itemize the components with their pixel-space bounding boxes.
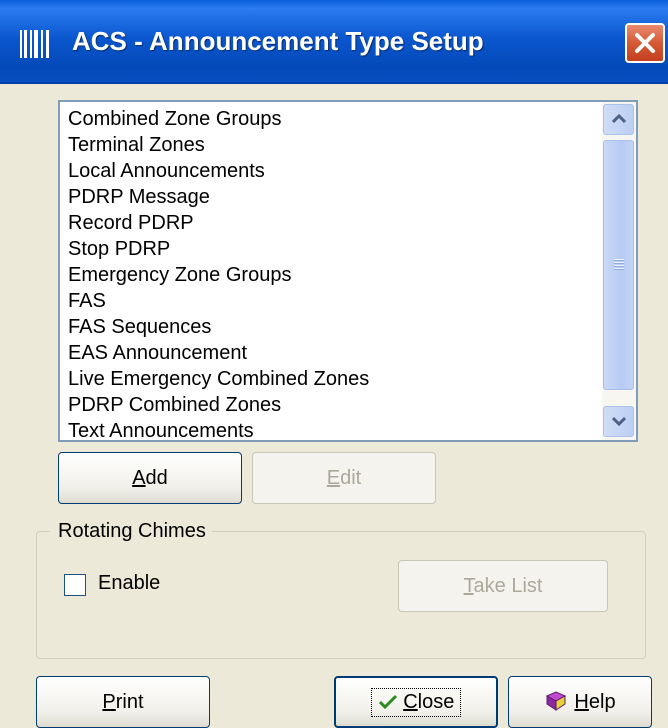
vertical-scrollbar[interactable] <box>602 102 636 440</box>
close-button[interactable]: Close <box>334 676 498 728</box>
window-title: ACS - Announcement Type Setup <box>72 26 484 56</box>
scroll-thumb[interactable] <box>603 140 634 390</box>
print-button[interactable]: Print <box>36 676 210 728</box>
close-window-button[interactable] <box>625 23 665 63</box>
list-item[interactable]: EAS Announcement <box>68 340 369 366</box>
focus-ring: Close <box>370 687 462 717</box>
print-label: rint <box>115 690 144 713</box>
chevron-up-icon <box>612 114 626 124</box>
barcode-icon <box>20 30 49 58</box>
close-label: lose <box>417 690 455 713</box>
list-item[interactable]: Combined Zone Groups <box>68 106 369 132</box>
list-item[interactable]: Record PDRP <box>68 210 369 236</box>
announcement-type-list[interactable]: Combined Zone Groups Terminal Zones Local … <box>58 100 638 442</box>
list-item[interactable]: PDRP Message <box>68 184 369 210</box>
take-list-mnemonic: T <box>463 574 474 597</box>
enable-checkbox-label[interactable]: Enable <box>98 572 160 595</box>
list-items: Combined Zone Groups Terminal Zones Local … <box>68 106 369 440</box>
add-button[interactable]: Add <box>58 452 242 504</box>
list-item[interactable]: FAS Sequences <box>68 314 369 340</box>
list-item[interactable]: Stop PDRP <box>68 236 369 262</box>
edit-button[interactable]: Edit <box>252 452 436 504</box>
title-bar[interactable]: ACS - Announcement Type Setup <box>0 0 668 84</box>
grip-icon <box>614 259 624 269</box>
list-item[interactable]: PDRP Combined Zones <box>68 392 369 418</box>
help-label: elp <box>588 691 616 713</box>
help-mnemonic: H <box>574 691 589 713</box>
add-label: dd <box>145 466 168 489</box>
help-button[interactable]: Help <box>508 676 652 728</box>
take-list-button[interactable]: Take List <box>398 560 608 612</box>
edit-mnemonic: E <box>326 466 341 489</box>
take-list-label: ake List <box>473 574 543 597</box>
close-mnemonic: C <box>403 690 418 713</box>
help-book-icon <box>546 691 567 711</box>
checkmark-icon <box>378 694 397 709</box>
list-item[interactable]: Terminal Zones <box>68 132 369 158</box>
rotating-chimes-label: Rotating Chimes <box>50 519 212 543</box>
list-item[interactable]: Emergency Zone Groups <box>68 262 369 288</box>
list-item[interactable]: Text Announcements <box>68 418 369 440</box>
scroll-down-button[interactable] <box>603 406 634 437</box>
print-mnemonic: P <box>102 690 116 713</box>
list-item[interactable]: Live Emergency Combined Zones <box>68 366 369 392</box>
add-mnemonic: A <box>132 466 146 489</box>
close-icon <box>635 33 655 53</box>
scroll-up-button[interactable] <box>603 104 634 135</box>
edit-label: dit <box>340 466 362 489</box>
enable-checkbox[interactable] <box>64 574 86 596</box>
list-item[interactable]: FAS <box>68 288 369 314</box>
chevron-down-icon <box>612 416 626 426</box>
list-item[interactable]: Local Announcements <box>68 158 369 184</box>
